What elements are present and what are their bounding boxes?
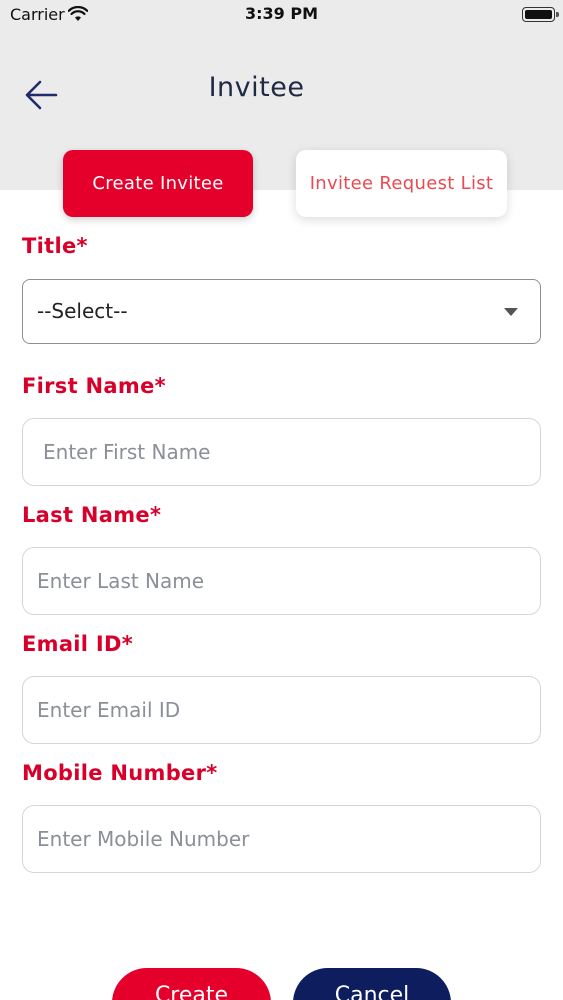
battery-icon bbox=[522, 7, 555, 22]
status-bar: Carrier 3:39 PM bbox=[0, 0, 563, 30]
email-field-box bbox=[22, 676, 541, 744]
first-name-input[interactable] bbox=[23, 419, 540, 485]
tab-invitee-request-list[interactable]: Invitee Request List bbox=[296, 150, 507, 217]
last-name-label: Last Name* bbox=[22, 503, 162, 527]
cancel-button[interactable]: Cancel bbox=[293, 968, 451, 1000]
title-label: Title* bbox=[22, 234, 88, 258]
last-name-field-box bbox=[22, 547, 541, 615]
tab-create-invitee[interactable]: Create Invitee bbox=[63, 150, 253, 217]
email-label: Email ID* bbox=[22, 632, 134, 656]
mobile-label: Mobile Number* bbox=[22, 761, 218, 785]
battery-cap bbox=[556, 12, 559, 17]
caret-down-icon bbox=[504, 308, 518, 316]
mobile-field-box bbox=[22, 805, 541, 873]
email-input[interactable] bbox=[23, 677, 540, 743]
status-time: 3:39 PM bbox=[244, 4, 318, 23]
title-select[interactable]: --Select-- bbox=[22, 279, 541, 344]
first-name-field-box bbox=[22, 418, 541, 486]
page-title: Invitee bbox=[208, 72, 305, 103]
mobile-input[interactable] bbox=[23, 806, 540, 872]
create-button[interactable]: Create bbox=[112, 968, 271, 1000]
last-name-input[interactable] bbox=[23, 548, 540, 614]
first-name-label: First Name* bbox=[22, 374, 166, 398]
title-select-value: --Select-- bbox=[37, 299, 128, 323]
